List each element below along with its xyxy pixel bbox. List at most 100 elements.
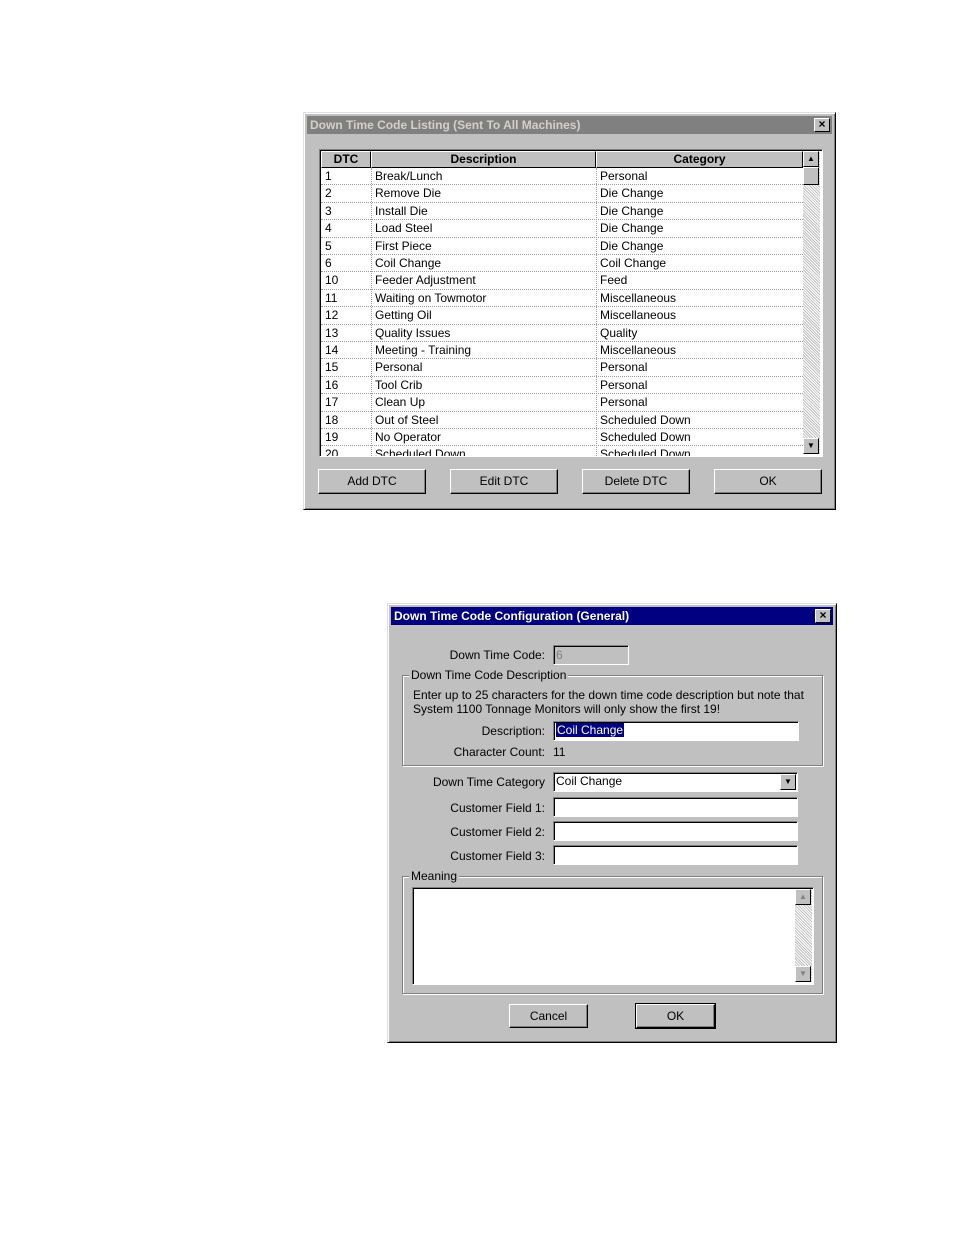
cell-description: Quality Issues	[375, 325, 451, 340]
cell-dtc: 16	[325, 377, 339, 392]
table-row[interactable]: 18 Out of Steel Scheduled Down	[321, 412, 803, 429]
cell-dtc: 19	[325, 430, 339, 444]
description-group: Down Time Code Description Enter up to 2…	[402, 668, 823, 766]
cell-description: Personal	[375, 360, 423, 375]
table-row[interactable]: 17 Clean Up Personal	[321, 394, 803, 412]
cell-dtc: 4	[325, 221, 332, 236]
description-help-text: Enter up to 25 characters for the down t…	[413, 688, 804, 716]
description-value: Coil Change	[556, 723, 625, 737]
table-row[interactable]: 12 Getting Oil Miscellaneous	[321, 307, 803, 325]
scroll-down-icon[interactable]: ▼	[803, 438, 819, 454]
cell-category: Quality	[600, 325, 638, 340]
table-row[interactable]: 14 Meeting - Training Miscellaneous	[321, 342, 803, 360]
char-count-value: 11	[553, 745, 566, 759]
config-title-bar[interactable]: Down Time Code Configuration (General) ×	[391, 607, 833, 625]
column-header-category[interactable]: Category	[596, 151, 803, 168]
edit-dtc-button[interactable]: Edit DTC	[450, 469, 558, 494]
cell-description: Remove Die	[375, 186, 442, 201]
category-label: Down Time Category	[432, 775, 545, 789]
cell-description: First Piece	[375, 238, 432, 253]
cell-category: Die Change	[600, 203, 664, 218]
add-dtc-button[interactable]: Add DTC	[318, 469, 426, 494]
cell-description: Clean Up	[375, 395, 426, 410]
cell-category: Feed	[600, 273, 628, 288]
scroll-up-icon[interactable]: ▲	[795, 889, 811, 905]
cell-category: Personal	[600, 169, 648, 183]
cell-category: Die Change	[600, 186, 664, 201]
table-row[interactable]: 3 Install Die Die Change	[321, 203, 803, 221]
table-row[interactable]: 16 Tool Crib Personal	[321, 377, 803, 395]
table-row[interactable]: 6 Coil Change Coil Change	[321, 255, 803, 273]
customer-field-3-input[interactable]	[553, 845, 798, 865]
customer-field-1-input[interactable]	[553, 797, 798, 817]
list-scrollbar[interactable]: ▲ ▼	[803, 151, 820, 454]
scroll-up-icon[interactable]: ▲	[803, 151, 819, 167]
table-row[interactable]: 10 Feeder Adjustment Feed	[321, 272, 803, 290]
customer-field-2-input[interactable]	[553, 821, 798, 841]
column-header-description[interactable]: Description	[371, 151, 596, 168]
cell-category: Miscellaneous	[600, 290, 677, 305]
cell-dtc: 18	[325, 412, 339, 427]
table-row[interactable]: 4 Load Steel Die Change	[321, 220, 803, 238]
cancel-button[interactable]: Cancel	[509, 1004, 588, 1028]
meaning-group-label: Meaning	[409, 869, 460, 883]
delete-dtc-button[interactable]: Delete DTC	[582, 469, 690, 494]
cell-category: Personal	[600, 377, 648, 392]
table-row[interactable]: 11 Waiting on Towmotor Miscellaneous	[321, 290, 803, 308]
description-group-label: Down Time Code Description	[409, 668, 569, 682]
cell-category: Die Change	[600, 221, 664, 236]
listing-ok-button[interactable]: OK	[714, 469, 822, 494]
cell-category: Personal	[600, 395, 648, 410]
customer-field-2-label: Customer Field 2:	[450, 825, 545, 839]
column-divider	[371, 168, 372, 456]
table-row[interactable]: 2 Remove Die Die Change	[321, 185, 803, 203]
column-header-dtc[interactable]: DTC	[321, 151, 371, 168]
dtc-list[interactable]: DTC Description Category 1 Break/Lunch Per…	[319, 149, 823, 457]
listing-title: Down Time Code Listing (Sent To All Mach…	[310, 118, 581, 132]
cell-category: Personal	[600, 360, 648, 375]
category-select[interactable]: Coil Change ▼	[553, 772, 798, 792]
description-label: Description:	[481, 724, 545, 738]
scroll-down-icon[interactable]: ▼	[795, 966, 811, 982]
meaning-scrollbar[interactable]: ▲ ▼	[795, 889, 812, 982]
table-row[interactable]: 15 Personal Personal	[321, 359, 803, 377]
listing-close-icon[interactable]: ×	[814, 118, 830, 132]
table-row[interactable]: 19 No Operator Scheduled Down	[321, 429, 803, 447]
cell-category: Scheduled Down	[600, 412, 691, 427]
cell-description: No Operator	[375, 430, 442, 444]
cell-description: Waiting on Towmotor	[375, 290, 487, 305]
column-divider	[596, 168, 597, 456]
config-close-icon[interactable]: ×	[815, 609, 831, 623]
cell-dtc: 17	[325, 395, 339, 410]
cell-description: Coil Change	[375, 256, 442, 270]
cell-dtc: 14	[325, 343, 339, 357]
cell-dtc: 6	[325, 256, 332, 270]
customer-field-1-label: Customer Field 1:	[450, 801, 545, 815]
scroll-thumb[interactable]	[803, 167, 819, 185]
cell-dtc: 20	[325, 447, 339, 457]
cell-description: Feeder Adjustment	[375, 273, 476, 288]
config-ok-button[interactable]: OK	[635, 1003, 716, 1029]
description-field[interactable]: Coil Change	[553, 721, 799, 741]
cell-description: Getting Oil	[375, 308, 432, 323]
dtc-listing-dialog: Down Time Code Listing (Sent To All Mach…	[303, 112, 836, 510]
code-field[interactable]	[553, 645, 629, 665]
cell-category: Die Change	[600, 238, 664, 253]
cell-description: Break/Lunch	[375, 169, 443, 183]
chevron-down-icon[interactable]: ▼	[780, 774, 796, 790]
table-row[interactable]: 5 First Piece Die Change	[321, 238, 803, 255]
code-label: Down Time Code:	[449, 648, 545, 662]
dtc-config-dialog: Down Time Code Configuration (General) ×…	[387, 603, 837, 1043]
cell-category: Scheduled Down	[600, 430, 691, 444]
customer-field-3-label: Customer Field 3:	[450, 849, 545, 863]
cell-category: Scheduled Down	[600, 447, 691, 457]
table-row[interactable]: 13 Quality Issues Quality	[321, 325, 803, 342]
meaning-textarea[interactable]: ▲ ▼	[412, 887, 814, 985]
cell-description: Meeting - Training	[375, 343, 472, 357]
table-row[interactable]: 20 Scheduled Down Scheduled Down	[321, 446, 803, 457]
listing-title-bar[interactable]: Down Time Code Listing (Sent To All Mach…	[307, 116, 832, 134]
cell-description: Tool Crib	[375, 377, 423, 392]
table-row[interactable]: 1 Break/Lunch Personal	[321, 168, 803, 186]
cell-description: Install Die	[375, 203, 428, 218]
cell-category: Miscellaneous	[600, 343, 677, 357]
